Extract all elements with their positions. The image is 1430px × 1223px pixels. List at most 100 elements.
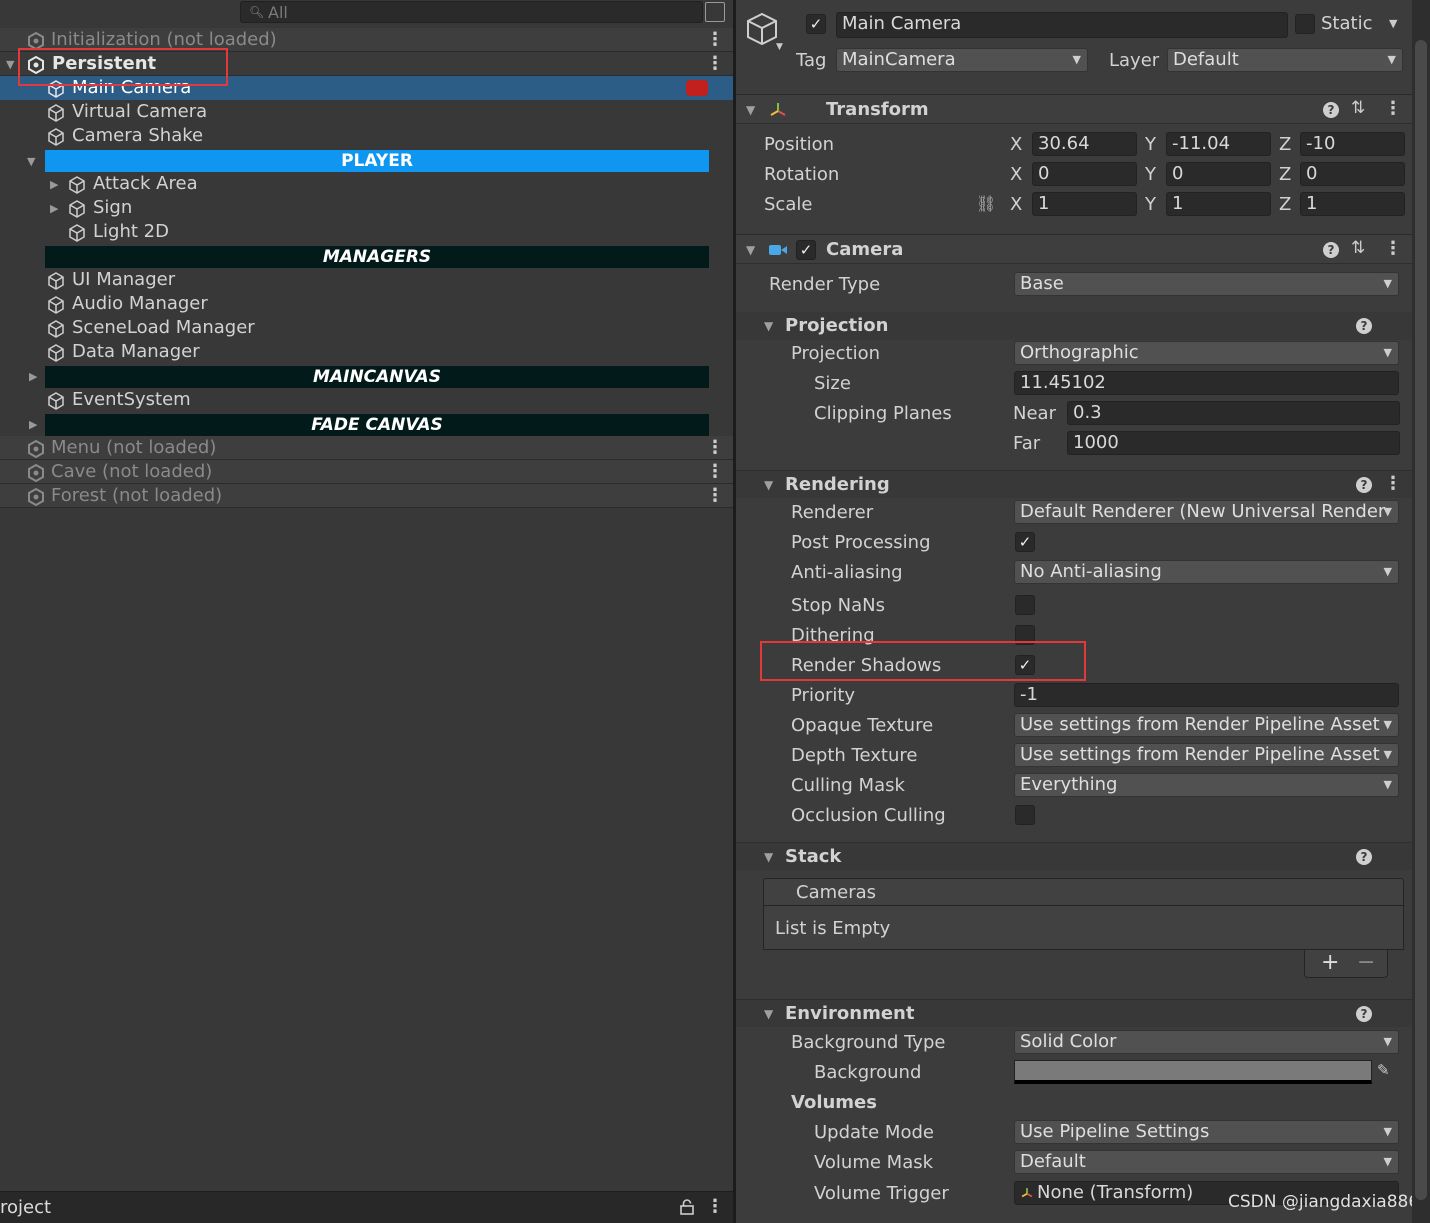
hierarchy-item-ui-manager[interactable]: UI Manager (0, 268, 733, 292)
search-input[interactable]: All (268, 3, 288, 22)
projection-section-header[interactable]: ▼ Projection ? (736, 312, 1412, 340)
size-input[interactable]: 11.45102 (1014, 371, 1399, 395)
eyedropper-icon[interactable]: ✎ (1377, 1061, 1390, 1079)
hierarchy-item-fade-canvas[interactable]: FADE CANVAS (45, 414, 709, 436)
layer-dropdown[interactable]: Default ▼ (1167, 48, 1403, 72)
kebab-menu-icon[interactable]: ⋮ (706, 1196, 724, 1217)
help-icon[interactable]: ? (1323, 102, 1339, 118)
background-color-swatch[interactable] (1014, 1060, 1372, 1084)
expand-icon[interactable] (705, 2, 725, 22)
stop-nans-toggle[interactable] (1015, 595, 1035, 615)
hierarchy-search[interactable]: 🔍︎ All (240, 1, 703, 23)
position-y-input[interactable]: -11.04 (1166, 132, 1271, 156)
scale-x-input[interactable]: 1 (1032, 192, 1137, 216)
update-mode-dropdown[interactable]: Use Pipeline Settings ▼ (1014, 1120, 1399, 1144)
foldout-arrow-icon[interactable]: ▼ (764, 850, 773, 864)
transform-header[interactable]: ▼ Transform ? ⇅ ⋮ (736, 94, 1412, 124)
foldout-arrow-icon[interactable]: ▶ (29, 370, 37, 383)
culling-mask-dropdown[interactable]: Everything ▼ (1014, 773, 1399, 797)
hierarchy-item-attack-area[interactable]: ▶ Attack Area (0, 172, 733, 196)
hierarchy-item-maincanvas[interactable]: MAINCANVAS (45, 366, 709, 388)
foldout-arrow-icon[interactable]: ▼ (746, 243, 755, 257)
foldout-arrow-icon[interactable]: ▶ (50, 197, 58, 221)
help-icon[interactable]: ? (1356, 318, 1372, 334)
constrain-proportions-icon[interactable]: ⛓ (976, 194, 996, 213)
depth-texture-dropdown[interactable]: Use settings from Render Pipeline Asset ▼ (1014, 743, 1399, 767)
object-name-input[interactable]: Main Camera (836, 12, 1288, 38)
stack-section-header[interactable]: ▼ Stack ? (736, 842, 1412, 870)
foldout-arrow-icon[interactable]: ▶ (29, 418, 37, 431)
help-icon[interactable]: ? (1356, 1006, 1372, 1022)
scene-forest[interactable]: Forest (not loaded) ⋮ (0, 484, 733, 508)
scrollbar-thumb[interactable] (1415, 40, 1427, 1200)
volume-mask-dropdown[interactable]: Default ▼ (1014, 1150, 1399, 1174)
background-type-dropdown[interactable]: Solid Color ▼ (1014, 1030, 1399, 1054)
lock-icon[interactable] (680, 1199, 694, 1215)
dropdown-caret-icon[interactable]: ▼ (776, 42, 783, 52)
hierarchy-item-virtual-camera[interactable]: Virtual Camera (0, 100, 733, 124)
active-toggle[interactable]: ✓ (806, 14, 826, 34)
rendering-section-header[interactable]: ▼ Rendering ? ⋮ (736, 470, 1412, 498)
scale-z-input[interactable]: 1 (1300, 192, 1405, 216)
hierarchy-item-data-manager[interactable]: Data Manager (0, 340, 733, 364)
anti-aliasing-dropdown[interactable]: No Anti-aliasing ▼ (1014, 560, 1399, 584)
scene-menu[interactable]: Menu (not loaded) ⋮ (0, 436, 733, 460)
occlusion-culling-toggle[interactable] (1015, 805, 1035, 825)
projection-dropdown[interactable]: Orthographic ▼ (1014, 341, 1399, 365)
hierarchy-item-camera-shake[interactable]: Camera Shake (0, 124, 733, 148)
kebab-menu-icon[interactable]: ⋮ (706, 52, 724, 76)
position-z-input[interactable]: -10 (1300, 132, 1405, 156)
hierarchy-item-audio-manager[interactable]: Audio Manager (0, 292, 733, 316)
renderer-dropdown[interactable]: Default Renderer (New Universal Render ▼ (1014, 500, 1399, 524)
scale-y-input[interactable]: 1 (1166, 192, 1271, 216)
camera-header[interactable]: ▼ ✓ Camera ? ⇅ ⋮ (736, 234, 1412, 264)
environment-section-header[interactable]: ▼ Environment ? (736, 999, 1412, 1027)
hierarchy-item-managers[interactable]: MANAGERS (45, 246, 709, 268)
kebab-menu-icon[interactable]: ⋮ (706, 436, 724, 460)
opaque-texture-dropdown[interactable]: Use settings from Render Pipeline Asset ▼ (1014, 713, 1399, 737)
foldout-arrow-icon[interactable]: ▼ (746, 103, 755, 117)
foldout-arrow-icon[interactable]: ▼ (27, 155, 35, 168)
help-icon[interactable]: ? (1356, 477, 1372, 493)
tab-project[interactable]: roject (0, 1197, 51, 1218)
hierarchy-empty-area[interactable] (0, 508, 733, 1191)
hierarchy-item-player[interactable]: PLAYER (45, 150, 709, 172)
presets-icon[interactable]: ⇅ (1351, 98, 1365, 118)
far-input[interactable]: 1000 (1067, 431, 1400, 455)
foldout-arrow-icon[interactable]: ▼ (764, 1007, 773, 1021)
position-x-input[interactable]: 30.64 (1032, 132, 1137, 156)
hierarchy-item-sceneload-manager[interactable]: SceneLoad Manager (0, 316, 733, 340)
kebab-menu-icon[interactable]: ⋮ (706, 460, 724, 484)
rotation-x-input[interactable]: 0 (1032, 162, 1137, 186)
foldout-arrow-icon[interactable]: ▶ (50, 173, 58, 197)
inspector-scrollbar[interactable] (1412, 0, 1430, 1223)
render-type-dropdown[interactable]: Base ▼ (1014, 272, 1399, 296)
hierarchy-item-eventsystem[interactable]: EventSystem (0, 388, 733, 412)
kebab-menu-icon[interactable]: ⋮ (706, 484, 724, 508)
help-icon[interactable]: ? (1356, 849, 1372, 865)
hierarchy-item-sign[interactable]: ▶ Sign (0, 196, 733, 220)
remove-icon[interactable]: − (1357, 950, 1375, 975)
static-dropdown-icon[interactable]: ▼ (1389, 17, 1397, 30)
add-icon[interactable]: + (1321, 950, 1339, 975)
static-toggle[interactable] (1295, 14, 1315, 34)
kebab-menu-icon[interactable]: ⋮ (1384, 238, 1402, 259)
foldout-arrow-icon[interactable]: ▼ (6, 53, 14, 77)
foldout-arrow-icon[interactable]: ▼ (764, 319, 773, 333)
help-icon[interactable]: ? (1323, 242, 1339, 258)
rotation-y-input[interactable]: 0 (1166, 162, 1271, 186)
scene-cave[interactable]: Cave (not loaded) ⋮ (0, 460, 733, 484)
kebab-menu-icon[interactable]: ⋮ (706, 28, 724, 52)
hierarchy-item-light-2d[interactable]: Light 2D (0, 220, 733, 244)
rotation-z-input[interactable]: 0 (1300, 162, 1405, 186)
kebab-menu-icon[interactable]: ⋮ (1384, 473, 1402, 494)
kebab-menu-icon[interactable]: ⋮ (1384, 98, 1402, 119)
near-input[interactable]: 0.3 (1067, 401, 1400, 425)
post-processing-toggle[interactable]: ✓ (1015, 532, 1035, 552)
tag-dropdown[interactable]: MainCamera ▼ (836, 48, 1088, 72)
presets-icon[interactable]: ⇅ (1351, 238, 1365, 258)
foldout-arrow-icon[interactable]: ▼ (764, 478, 773, 492)
camera-enabled-toggle[interactable]: ✓ (796, 240, 816, 260)
project-tab-bar: roject ⋮ (0, 1191, 733, 1223)
priority-input[interactable]: -1 (1014, 683, 1399, 707)
